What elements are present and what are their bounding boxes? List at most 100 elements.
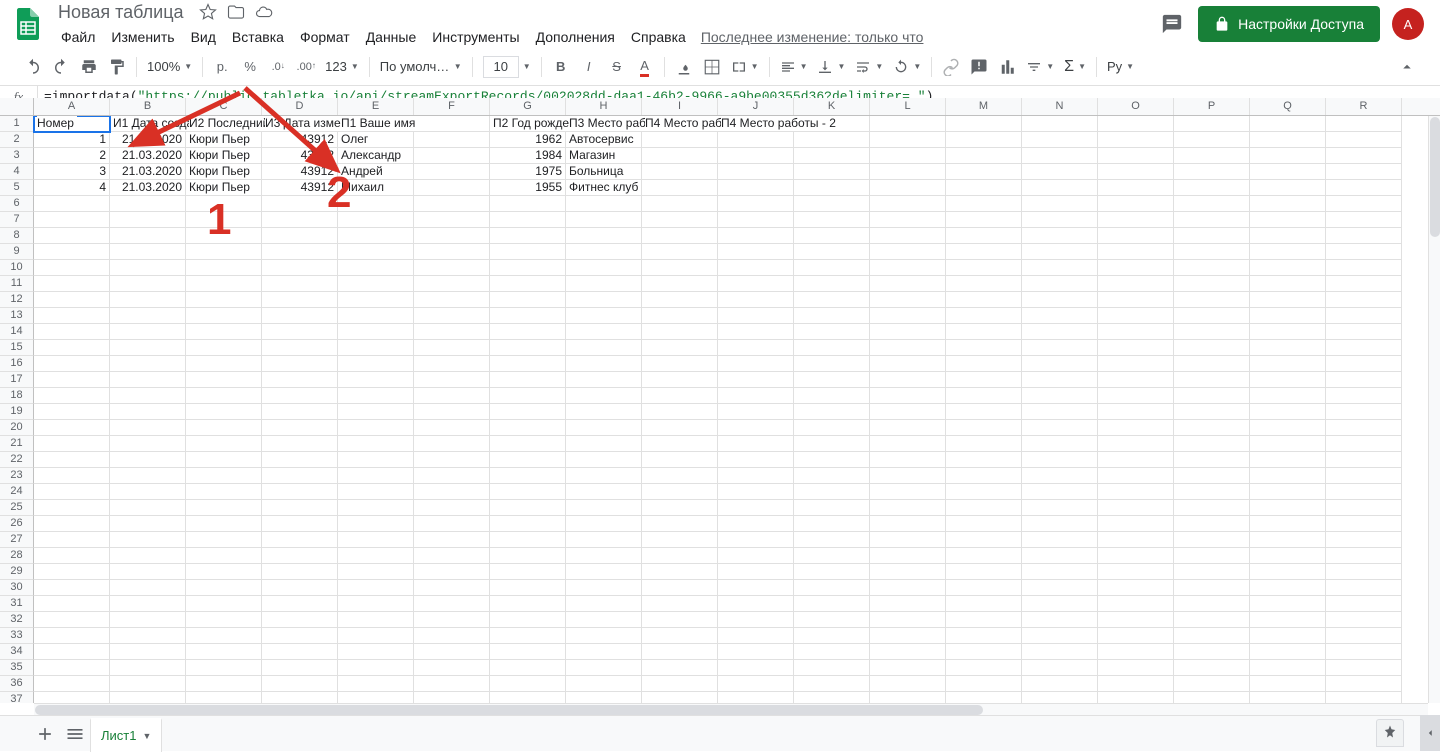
cell[interactable] [1326,164,1402,180]
cell[interactable]: П2 Год рождения [490,116,566,132]
cell[interactable] [566,404,642,420]
cell[interactable] [1250,164,1326,180]
cell[interactable] [566,548,642,564]
cell[interactable] [1098,596,1174,612]
cell[interactable] [1174,452,1250,468]
cell[interactable] [718,660,794,676]
cell[interactable]: Больница [566,164,642,180]
cell[interactable] [1174,660,1250,676]
row-header[interactable]: 35 [0,660,34,676]
cell[interactable] [1326,388,1402,404]
cell[interactable] [642,212,718,228]
cell[interactable] [262,436,338,452]
cell[interactable] [1098,692,1174,703]
cell[interactable] [794,516,870,532]
cell[interactable] [262,308,338,324]
cell[interactable] [870,180,946,196]
cell[interactable] [1250,356,1326,372]
cell[interactable] [262,660,338,676]
cell[interactable] [1250,308,1326,324]
share-button[interactable]: Настройки Доступа [1198,6,1380,42]
cell[interactable] [1174,212,1250,228]
row-header[interactable]: 22 [0,452,34,468]
cell[interactable] [1326,580,1402,596]
cell[interactable] [870,116,946,132]
cell[interactable] [414,612,490,628]
cell[interactable] [414,324,490,340]
link-btn[interactable] [938,54,964,80]
cell[interactable] [1098,372,1174,388]
cell[interactable] [338,372,414,388]
cell[interactable] [110,356,186,372]
cell[interactable] [794,228,870,244]
cell[interactable] [1326,404,1402,420]
cell[interactable] [1326,468,1402,484]
cell[interactable] [794,660,870,676]
cell[interactable] [946,164,1022,180]
row-header[interactable]: 25 [0,500,34,516]
row-header[interactable]: 2 [0,132,34,148]
cell[interactable] [262,340,338,356]
row-header[interactable]: 21 [0,436,34,452]
cell[interactable] [718,676,794,692]
cell[interactable] [946,420,1022,436]
cell[interactable] [566,212,642,228]
fill-color-btn[interactable] [671,54,697,80]
cell[interactable] [1098,612,1174,628]
cell[interactable] [34,308,110,324]
cell[interactable] [414,356,490,372]
cell[interactable]: Кюри Пьер [186,180,262,196]
cell[interactable] [870,308,946,324]
cell[interactable] [566,196,642,212]
cell[interactable] [34,260,110,276]
add-sheet-icon[interactable] [30,719,60,749]
cell[interactable] [870,356,946,372]
cell[interactable] [1250,372,1326,388]
cell[interactable] [414,196,490,212]
cell[interactable] [414,500,490,516]
cell[interactable] [566,500,642,516]
cell[interactable] [1098,276,1174,292]
cell[interactable] [1250,676,1326,692]
cell[interactable] [262,468,338,484]
menu-tools[interactable]: Инструменты [425,25,526,49]
cell[interactable] [414,340,490,356]
cell[interactable] [186,260,262,276]
select-all-corner[interactable] [0,98,34,115]
cell[interactable] [718,564,794,580]
side-panel-toggle-icon[interactable] [1420,715,1440,751]
cell[interactable] [1250,228,1326,244]
cell[interactable] [870,132,946,148]
cell[interactable] [794,276,870,292]
font-select[interactable]: По умолча...▼ [376,59,466,74]
cell[interactable] [414,644,490,660]
cell[interactable] [946,196,1022,212]
cell[interactable] [1022,612,1098,628]
row-header[interactable]: 16 [0,356,34,372]
cell[interactable] [1022,676,1098,692]
cell[interactable] [1250,420,1326,436]
cell[interactable] [946,612,1022,628]
cell[interactable] [870,516,946,532]
cell[interactable] [1022,212,1098,228]
cell[interactable] [566,324,642,340]
cell[interactable] [110,340,186,356]
cell[interactable] [1022,404,1098,420]
cell[interactable] [1022,532,1098,548]
cell[interactable]: 43912 [262,180,338,196]
cell[interactable] [1022,420,1098,436]
cell[interactable] [490,676,566,692]
cell[interactable] [338,612,414,628]
cell[interactable]: И3 Дата изменения [262,116,338,132]
cell[interactable]: Олег [338,132,414,148]
cell[interactable] [262,516,338,532]
cell[interactable] [1326,660,1402,676]
cell[interactable] [1174,196,1250,212]
cell[interactable] [110,436,186,452]
sheets-logo[interactable] [8,4,48,44]
cell[interactable] [1022,596,1098,612]
cell[interactable] [642,260,718,276]
doc-title[interactable]: Новая таблица [52,0,190,25]
cell[interactable] [1022,388,1098,404]
row-header[interactable]: 1 [0,116,34,132]
